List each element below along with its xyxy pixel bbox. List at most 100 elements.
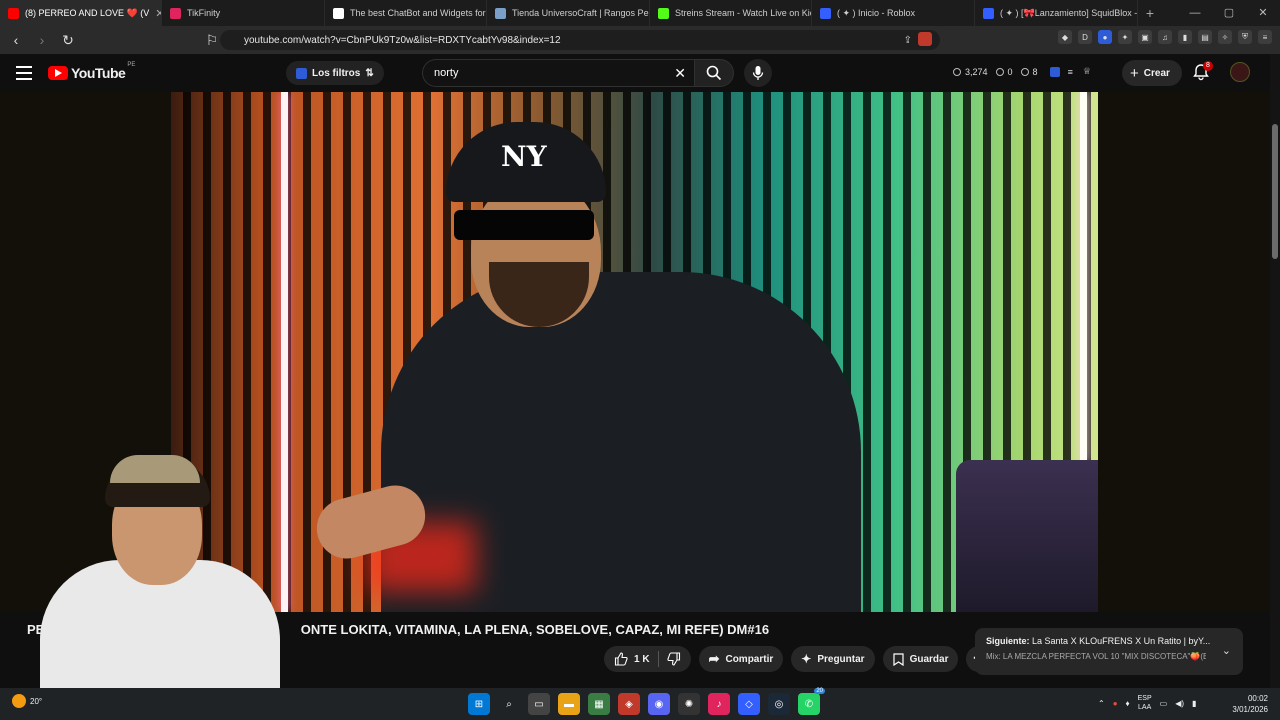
url-field[interactable]: youtube.com/watch?v=CbnPUk9Tz0w&list=RDX… — [220, 30, 940, 50]
sparkle-icon: ✦ — [801, 652, 812, 666]
clear-search-icon[interactable]: ✕ — [674, 65, 686, 82]
youtube-logo[interactable]: YouTube PE — [48, 62, 135, 81]
chatbot-favicon-icon — [333, 7, 344, 19]
share-page-icon[interactable]: ⇪ — [904, 35, 912, 46]
create-button[interactable]: + Crear — [1122, 60, 1182, 86]
language-indicator[interactable]: ESP LAA — [1138, 694, 1152, 712]
extension-icon[interactable]: D — [1078, 30, 1092, 44]
new-tab-button[interactable]: + — [1138, 5, 1162, 21]
save-button[interactable]: Guardar — [882, 646, 959, 672]
brave-shield-icon[interactable] — [918, 32, 932, 46]
url-text: youtube.com/watch?v=CbnPUk9Tz0w&list=RDX… — [244, 34, 561, 46]
task-view-icon[interactable]: ▭ — [528, 693, 550, 715]
close-window-icon[interactable]: ✕ — [1246, 0, 1280, 26]
tab-label: TikFinity — [187, 8, 221, 18]
system-clock[interactable]: 00:02 3/01/2026 — [1232, 693, 1268, 715]
extensions-toolbar: ◆ D ● ✦ ▣ ♫ ▮ ▤ ✧ ⛨ ≡ — [1058, 30, 1272, 44]
menu-icon[interactable]: ≡ — [1258, 30, 1272, 44]
scrollbar-thumb[interactable] — [1272, 124, 1278, 259]
thumbs-down-icon[interactable] — [666, 652, 681, 666]
minimize-icon[interactable]: — — [1178, 0, 1212, 26]
discord-icon[interactable]: ◉ — [648, 693, 670, 715]
share-button[interactable]: ➦ Compartir — [698, 646, 784, 672]
screenshot-icon[interactable]: ▣ — [1138, 30, 1152, 44]
performer-sunglasses — [454, 210, 594, 240]
music-icon[interactable]: ♫ — [1158, 30, 1172, 44]
browser-tab-kick[interactable]: Streins Stream - Watch Live on Kick — [650, 0, 812, 26]
video-player[interactable]: NY — [171, 92, 1098, 612]
tab-label: Tienda UniversoCraft | Rangos Perm — [512, 8, 650, 18]
filters-button[interactable]: Los filtros ⇅ — [286, 61, 384, 85]
browser-tab-chatbot[interactable]: The best ChatBot and Widgets for K — [325, 0, 487, 26]
roblox-icon[interactable]: ◇ — [738, 693, 760, 715]
tray-app-icon[interactable]: ● — [1113, 699, 1118, 708]
up-next-card[interactable]: Siguiente: La Santa X KLOuFRENS X Un Rat… — [975, 628, 1243, 675]
tab-label: ( ✦ ) Inicio - Roblox — [837, 7, 916, 18]
reload-icon[interactable]: ↻ — [58, 32, 78, 49]
window-controls: — ▢ ✕ — [1178, 0, 1280, 26]
brave-icon[interactable]: ◈ — [618, 693, 640, 715]
volume-icon[interactable]: ◀) — [1175, 699, 1184, 708]
save-label: Guardar — [909, 653, 949, 665]
chatgpt-icon[interactable]: ✺ — [678, 693, 700, 715]
voice-search-button[interactable] — [744, 59, 772, 87]
notifications-badge: 8 — [1203, 61, 1213, 71]
search-input[interactable]: norty ✕ — [422, 59, 694, 87]
sidebar-icon[interactable]: ▮ — [1178, 30, 1192, 44]
account-avatar[interactable] — [1230, 62, 1250, 82]
wallet-icon[interactable]: ▤ — [1198, 30, 1212, 44]
search-icon — [706, 65, 722, 81]
page-scrollbar[interactable] — [1270, 54, 1280, 689]
steam-icon[interactable]: ◎ — [768, 693, 790, 715]
tray-mic-icon[interactable]: ♦ — [1126, 699, 1130, 708]
search-value: norty — [434, 67, 459, 79]
back-icon[interactable]: ‹ — [6, 32, 26, 48]
weather-widget[interactable]: 20° — [12, 694, 42, 708]
extension-icon[interactable] — [1049, 66, 1060, 77]
vpn-icon[interactable]: ⛨ — [1238, 30, 1252, 44]
youtube-play-icon — [48, 66, 68, 80]
stats-count: 3,274 — [965, 66, 988, 77]
sliders-icon: ⇅ — [365, 67, 374, 79]
stats-a: 0 — [1007, 66, 1013, 77]
browser-tab-squidblox[interactable]: ( ✦ ) [🎀Lanzamiento] SquidBlox - Ro — [975, 0, 1138, 26]
hamburger-menu-icon[interactable] — [16, 66, 32, 80]
browser-tab-youtube[interactable]: (8) PERREO AND LOVE ❤️ (V ✕ — [0, 0, 162, 26]
cap-logo: NY — [501, 140, 547, 173]
address-bar-row: ‹ › ↻ ⚐ youtube.com/watch?v=CbnPUk9Tz0w&… — [0, 26, 1280, 54]
bookmark-icon[interactable]: ⚐ — [202, 32, 222, 49]
microphone-icon — [752, 66, 764, 80]
close-tab-icon[interactable]: ✕ — [149, 7, 161, 20]
search-taskbar-icon[interactable]: ⌕ — [498, 693, 520, 715]
tiktok-icon[interactable]: ♪ — [708, 693, 730, 715]
start-menu-icon[interactable]: ⊞ — [468, 693, 490, 715]
browser-tab-tikfinity[interactable]: TikFinity — [162, 0, 325, 26]
file-explorer-icon[interactable]: ▬ — [558, 693, 580, 715]
chair — [956, 460, 1098, 612]
filters-extension-icon — [296, 67, 307, 79]
trophy-icon[interactable]: ♕ — [1083, 66, 1091, 77]
puzzle-icon[interactable]: ✦ — [1118, 30, 1132, 44]
chevron-down-icon[interactable]: ⌄ — [1222, 644, 1231, 657]
thumbs-up-icon[interactable] — [614, 652, 628, 666]
list-icon[interactable]: ≡ — [1068, 67, 1073, 77]
lang-primary: ESP — [1137, 695, 1152, 702]
video-actions: 1 K ➦ Compartir ✦ Preguntar Guardar ⋯ — [604, 646, 993, 672]
tray-overflow-icon[interactable]: ⌃ — [1098, 699, 1105, 708]
ai-icon[interactable]: ✧ — [1218, 30, 1232, 44]
maximize-icon[interactable]: ▢ — [1212, 0, 1246, 26]
store-icon[interactable]: ▦ — [588, 693, 610, 715]
search-button[interactable] — [694, 59, 734, 87]
browser-tab-roblox[interactable]: ( ✦ ) Inicio - Roblox — [812, 0, 975, 26]
ask-button[interactable]: ✦ Preguntar — [791, 646, 875, 672]
up-next-prefix: Siguiente: — [986, 636, 1030, 646]
network-icon[interactable]: ▭ — [1160, 699, 1168, 708]
browser-tab-universocraft[interactable]: Tienda UniversoCraft | Rangos Perm — [487, 0, 650, 26]
up-next-title: Siguiente: La Santa X KLOuFRENS X Un Rat… — [986, 636, 1232, 646]
battery-icon[interactable]: ▮ — [1192, 699, 1196, 708]
extension-icon[interactable]: ● — [1098, 30, 1112, 44]
forward-icon[interactable]: › — [32, 32, 52, 48]
whatsapp-icon[interactable]: ✆ 20 — [798, 688, 825, 715]
taskbar-apps: ⊞ ⌕ ▭ ▬ ▦ ◈ ◉ ✺ ♪ ◇ ◎ ✆ 20 — [468, 688, 825, 715]
extension-icon[interactable]: ◆ — [1058, 30, 1072, 44]
